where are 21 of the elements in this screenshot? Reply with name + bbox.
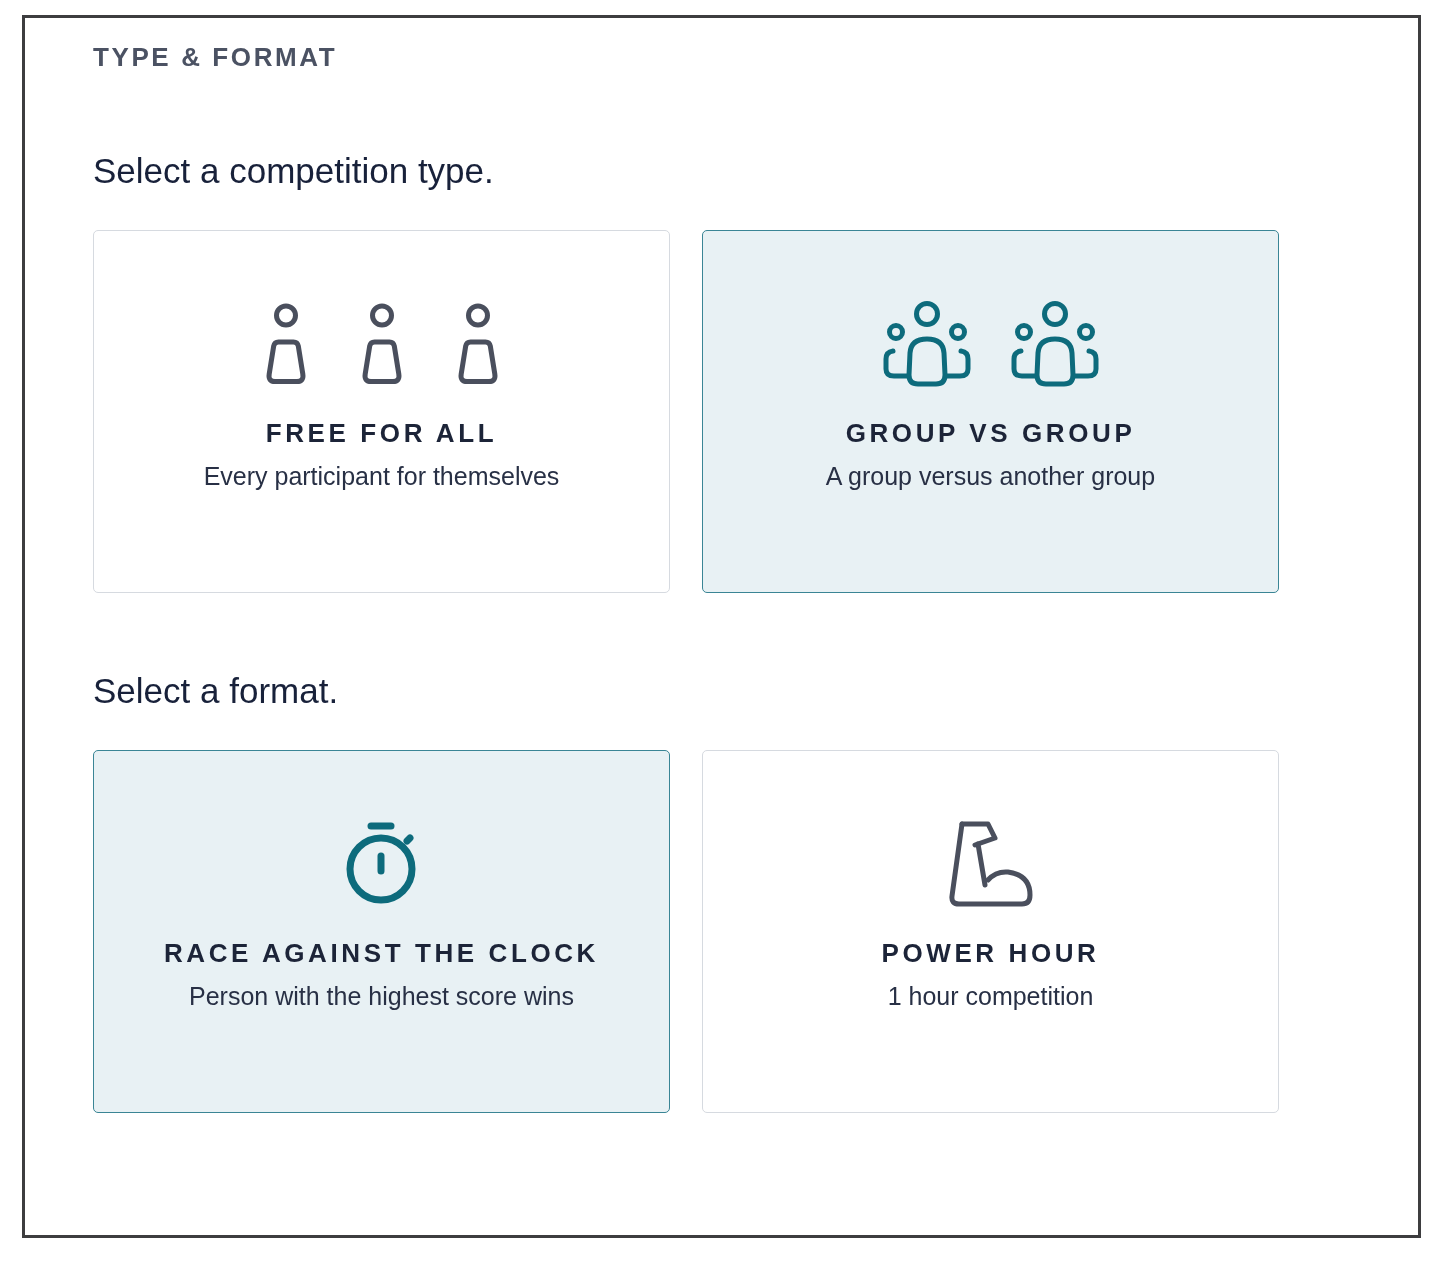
option-description: Person with the highest score wins (189, 981, 574, 1012)
section-title: TYPE & FORMAT (93, 41, 338, 73)
option-title: GROUP VS GROUP (845, 417, 1136, 449)
option-title: POWER HOUR (881, 937, 1100, 969)
option-card[interactable]: POWER HOUR 1 hour competition (702, 750, 1279, 1113)
group-prompt: Select a competition type. (93, 150, 494, 192)
people-group-icon (882, 301, 971, 387)
option-card[interactable]: FREE FOR ALL Every participant for themselves (93, 230, 670, 593)
option-description: 1 hour competition (887, 981, 1094, 1012)
flexed-arm-icon (947, 821, 1034, 907)
option-card[interactable]: RACE AGAINST THE CLOCK Person with the highest score wins (93, 750, 670, 1113)
person-icon (265, 303, 306, 385)
person-icon (361, 303, 402, 385)
option-title: RACE AGAINST THE CLOCK (164, 937, 599, 969)
person-icon (457, 303, 498, 385)
option-description: Every participant for themselves (203, 461, 560, 492)
people-group-icon (1010, 301, 1099, 387)
option-description: A group versus another group (825, 461, 1156, 492)
group-prompt: Select a format. (93, 670, 339, 712)
option-title: FREE FOR ALL (265, 417, 498, 449)
option-card[interactable]: GROUP VS GROUP A group versus another group (702, 230, 1279, 593)
